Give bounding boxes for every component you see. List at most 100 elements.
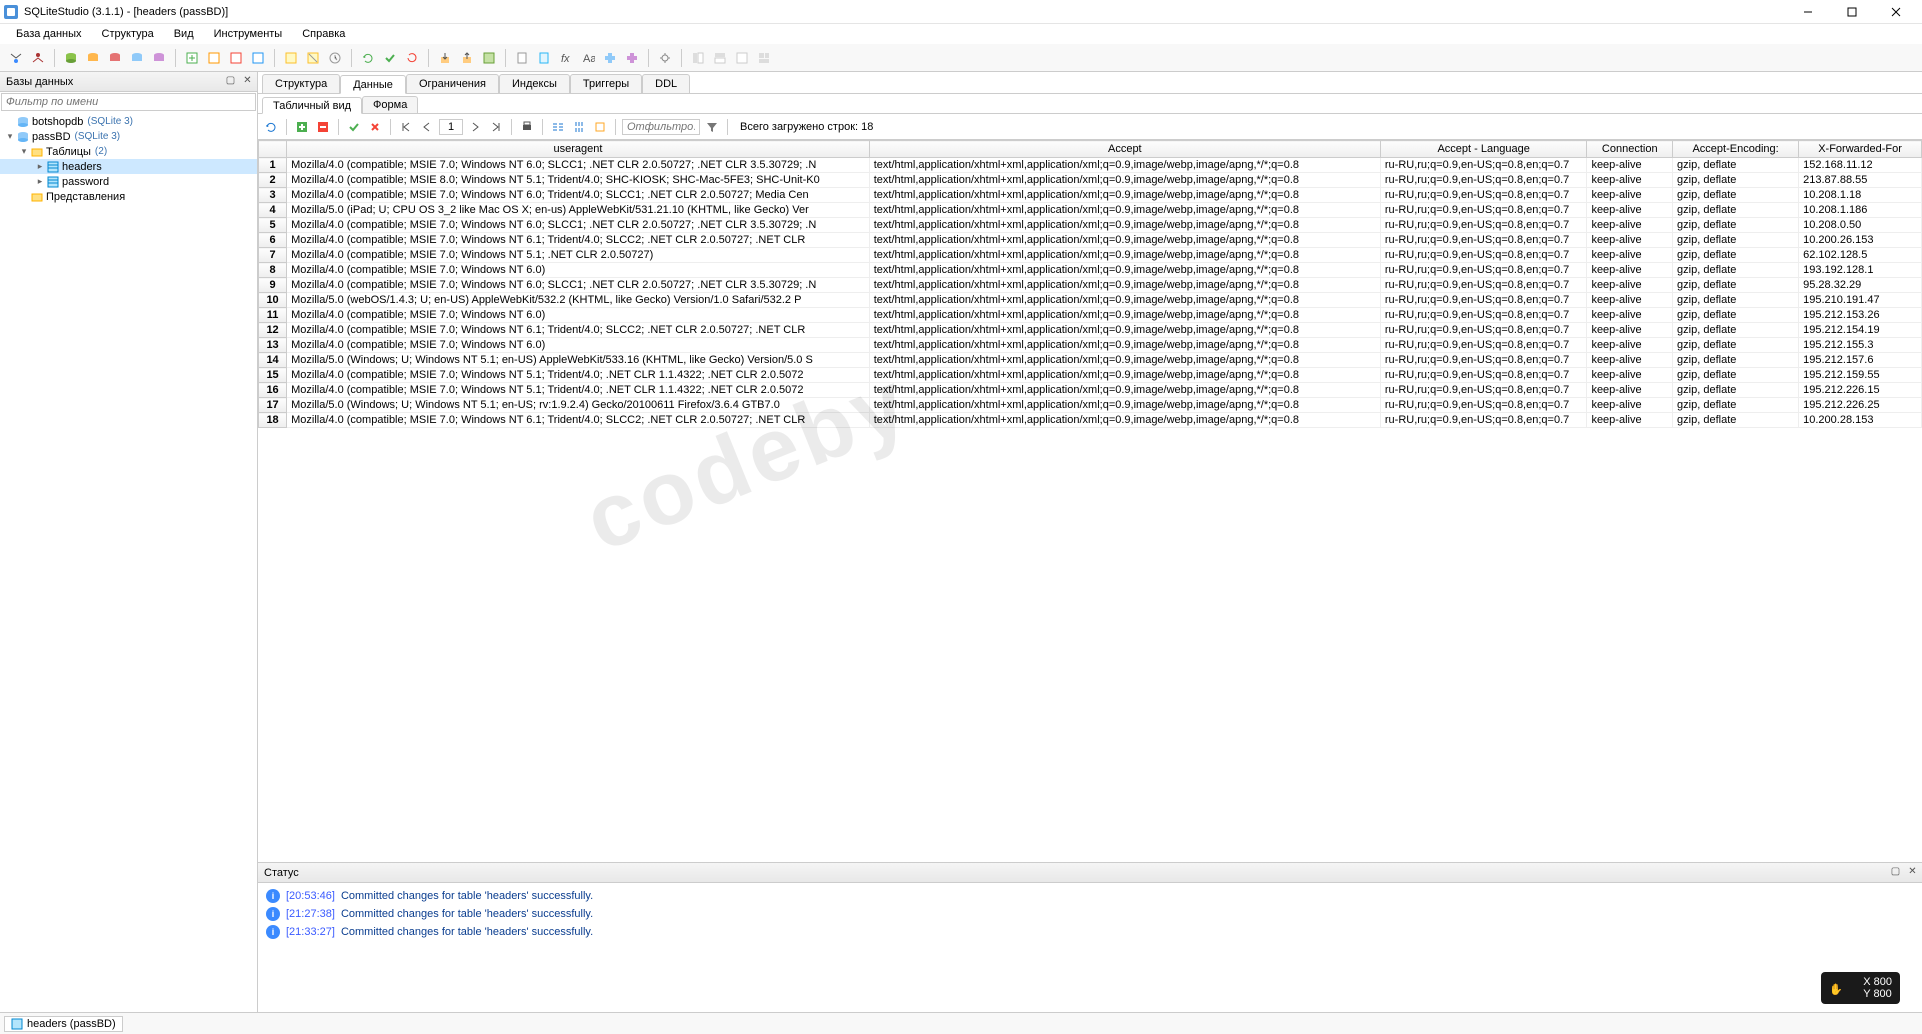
sidebar-filter[interactable] (1, 93, 256, 111)
remove-db-icon[interactable] (105, 48, 125, 68)
import-icon[interactable] (435, 48, 455, 68)
cell[interactable]: keep-alive (1587, 368, 1673, 383)
cell[interactable]: 195.212.153.26 (1799, 308, 1922, 323)
rownum-cell[interactable]: 12 (259, 323, 287, 338)
cell[interactable]: text/html,application/xhtml+xml,applicat… (869, 173, 1380, 188)
cell[interactable]: keep-alive (1587, 293, 1673, 308)
last-page-icon[interactable] (487, 118, 505, 136)
config-icon[interactable] (655, 48, 675, 68)
table-row[interactable]: 13Mozilla/4.0 (compatible; MSIE 7.0; Win… (259, 338, 1922, 353)
cell[interactable]: ru-RU,ru;q=0.9,en-US;q=0.8,en;q=0.7 (1380, 368, 1587, 383)
export-icon[interactable] (457, 48, 477, 68)
cell[interactable]: gzip, deflate (1673, 338, 1799, 353)
table-row[interactable]: 15Mozilla/4.0 (compatible; MSIE 7.0; Win… (259, 368, 1922, 383)
delete-table-icon[interactable] (226, 48, 246, 68)
fit-rows-icon[interactable] (570, 118, 588, 136)
cell[interactable]: 10.200.26.153 (1799, 233, 1922, 248)
cell[interactable]: ru-RU,ru;q=0.9,en-US;q=0.8,en;q=0.7 (1380, 338, 1587, 353)
db-action2-icon[interactable] (149, 48, 169, 68)
cell[interactable]: text/html,application/xhtml+xml,applicat… (869, 158, 1380, 173)
cell[interactable]: ru-RU,ru;q=0.9,en-US;q=0.8,en;q=0.7 (1380, 323, 1587, 338)
data-filter-input[interactable] (622, 119, 700, 135)
data-grid[interactable]: useragentAcceptAccept - LanguageConnecti… (258, 140, 1922, 428)
delete-row-icon[interactable] (314, 118, 332, 136)
cell[interactable]: ru-RU,ru;q=0.9,en-US;q=0.8,en;q=0.7 (1380, 158, 1587, 173)
cell[interactable]: keep-alive (1587, 203, 1673, 218)
tab-Структура[interactable]: Структура (262, 74, 340, 93)
cell[interactable]: gzip, deflate (1673, 383, 1799, 398)
cell[interactable]: ru-RU,ru;q=0.9,en-US;q=0.8,en;q=0.7 (1380, 353, 1587, 368)
menu-database[interactable]: База данных (8, 26, 90, 42)
cell[interactable]: gzip, deflate (1673, 248, 1799, 263)
db-tree[interactable]: botshopdb(SQLite 3)▾passBD(SQLite 3)▾Таб… (0, 112, 257, 1012)
page-input[interactable] (439, 119, 463, 135)
rownum-cell[interactable]: 15 (259, 368, 287, 383)
table-row[interactable]: 9Mozilla/4.0 (compatible; MSIE 7.0; Wind… (259, 278, 1922, 293)
cell[interactable]: 195.212.157.6 (1799, 353, 1922, 368)
disconnect-db-icon[interactable] (28, 48, 48, 68)
cell[interactable]: gzip, deflate (1673, 398, 1799, 413)
cell[interactable]: text/html,application/xhtml+xml,applicat… (869, 413, 1380, 428)
cell[interactable]: keep-alive (1587, 188, 1673, 203)
cell[interactable]: text/html,application/xhtml+xml,applicat… (869, 398, 1380, 413)
cell[interactable]: keep-alive (1587, 173, 1673, 188)
cell[interactable]: Mozilla/4.0 (compatible; MSIE 7.0; Windo… (287, 278, 870, 293)
cell[interactable]: 10.208.0.50 (1799, 218, 1922, 233)
cell[interactable]: gzip, deflate (1673, 308, 1799, 323)
rownum-cell[interactable]: 14 (259, 353, 287, 368)
populate-icon[interactable] (479, 48, 499, 68)
rownum-cell[interactable]: 4 (259, 203, 287, 218)
tab-DDL[interactable]: DDL (642, 74, 690, 93)
tree-item-botshopdb[interactable]: botshopdb(SQLite 3) (0, 114, 257, 129)
cell[interactable]: gzip, deflate (1673, 203, 1799, 218)
rownum-cell[interactable]: 1 (259, 158, 287, 173)
cell[interactable]: ru-RU,ru;q=0.9,en-US;q=0.8,en;q=0.7 (1380, 263, 1587, 278)
status-close-icon[interactable]: ✕ (1905, 864, 1920, 879)
cell[interactable]: gzip, deflate (1673, 158, 1799, 173)
tab-Триггеры[interactable]: Триггеры (570, 74, 642, 93)
rownum-cell[interactable]: 16 (259, 383, 287, 398)
table-row[interactable]: 17Mozilla/5.0 (Windows; U; Windows NT 5.… (259, 398, 1922, 413)
cell[interactable]: text/html,application/xhtml+xml,applicat… (869, 353, 1380, 368)
twisty-icon[interactable]: ▾ (18, 146, 30, 157)
table-row[interactable]: 5Mozilla/4.0 (compatible; MSIE 7.0; Wind… (259, 218, 1922, 233)
table-row[interactable]: 10Mozilla/5.0 (webOS/1.4.3; U; en-US) Ap… (259, 293, 1922, 308)
cell[interactable]: Mozilla/4.0 (compatible; MSIE 7.0; Windo… (287, 338, 870, 353)
filter-apply-icon[interactable] (703, 118, 721, 136)
sql-editor-icon[interactable] (281, 48, 301, 68)
cell[interactable]: Mozilla/4.0 (compatible; MSIE 7.0; Windo… (287, 308, 870, 323)
cell[interactable]: keep-alive (1587, 158, 1673, 173)
cell[interactable]: ru-RU,ru;q=0.9,en-US;q=0.8,en;q=0.7 (1380, 203, 1587, 218)
cell[interactable]: ru-RU,ru;q=0.9,en-US;q=0.8,en;q=0.7 (1380, 308, 1587, 323)
cell[interactable]: Mozilla/5.0 (Windows; U; Windows NT 5.1;… (287, 398, 870, 413)
cell[interactable]: keep-alive (1587, 383, 1673, 398)
table-row[interactable]: 2Mozilla/4.0 (compatible; MSIE 8.0; Wind… (259, 173, 1922, 188)
cell[interactable]: 10.208.1.18 (1799, 188, 1922, 203)
fx-icon[interactable]: fx (556, 48, 576, 68)
cell[interactable]: text/html,application/xhtml+xml,applicat… (869, 323, 1380, 338)
cell[interactable]: keep-alive (1587, 233, 1673, 248)
table-row[interactable]: 3Mozilla/4.0 (compatible; MSIE 7.0; Wind… (259, 188, 1922, 203)
new-table-icon[interactable] (182, 48, 202, 68)
cell[interactable]: text/html,application/xhtml+xml,applicat… (869, 218, 1380, 233)
cell[interactable]: keep-alive (1587, 308, 1673, 323)
layout2-icon[interactable] (710, 48, 730, 68)
cell[interactable]: keep-alive (1587, 218, 1673, 233)
tab-Данные[interactable]: Данные (340, 75, 406, 94)
cell[interactable]: keep-alive (1587, 323, 1673, 338)
cell[interactable]: gzip, deflate (1673, 353, 1799, 368)
refresh-data-icon[interactable] (262, 118, 280, 136)
cell[interactable]: text/html,application/xhtml+xml,applicat… (869, 383, 1380, 398)
extension2-icon[interactable] (622, 48, 642, 68)
cell[interactable]: keep-alive (1587, 398, 1673, 413)
cell[interactable]: text/html,application/xhtml+xml,applicat… (869, 308, 1380, 323)
cell[interactable]: keep-alive (1587, 338, 1673, 353)
cell[interactable]: gzip, deflate (1673, 263, 1799, 278)
cell[interactable]: gzip, deflate (1673, 233, 1799, 248)
cell[interactable]: ru-RU,ru;q=0.9,en-US;q=0.8,en;q=0.7 (1380, 293, 1587, 308)
rollback-data-icon[interactable] (366, 118, 384, 136)
twisty-icon[interactable]: ▸ (34, 161, 46, 172)
rownum-cell[interactable]: 3 (259, 188, 287, 203)
cell[interactable]: 10.200.28.153 (1799, 413, 1922, 428)
table-row[interactable]: 7Mozilla/4.0 (compatible; MSIE 7.0; Wind… (259, 248, 1922, 263)
